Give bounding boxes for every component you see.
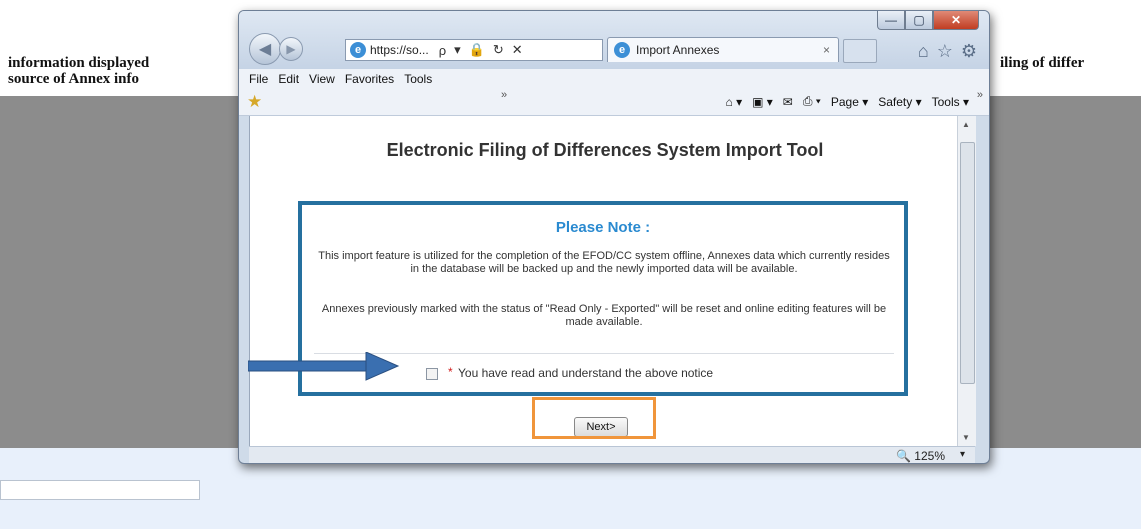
status-bar: 🔍 125% ▾ xyxy=(249,446,975,463)
arrow-head xyxy=(365,352,400,381)
background-text-line1: information displayed xyxy=(8,55,150,71)
mail-icon[interactable]: ✉ xyxy=(783,95,793,109)
menu-view[interactable]: View xyxy=(309,72,335,86)
ie-icon: e xyxy=(350,42,366,58)
tab-label: Import Annexes xyxy=(636,43,720,57)
home-cmd-icon[interactable]: ⌂ ▾ xyxy=(725,95,742,109)
print-icon[interactable]: ⎙ ▾ xyxy=(803,94,821,109)
add-favorites-icon[interactable]: ★ xyxy=(247,92,262,112)
background-text-line2: source of Annex info xyxy=(8,71,139,87)
acknowledge-label: You have read and understand the above n… xyxy=(458,366,714,380)
back-arrow-icon: ◀ xyxy=(258,41,272,58)
overflow-chevron-icon[interactable]: » xyxy=(501,89,507,101)
address-url: https://so... xyxy=(370,43,429,57)
overflow-chevron-right-icon[interactable]: » xyxy=(977,89,983,101)
page-title: Electronic Filing of Differences System … xyxy=(386,140,824,160)
browser-right-icons: ⌂ ☆ ⚙ xyxy=(918,41,977,62)
arrow-shaft xyxy=(248,360,369,372)
background-input[interactable] xyxy=(0,480,200,500)
scrollbar-thumb[interactable] xyxy=(960,142,975,384)
required-asterisk: * xyxy=(448,365,453,379)
tab-import-annexes[interactable]: e Import Annexes × xyxy=(607,37,839,62)
acknowledge-checkbox[interactable] xyxy=(426,368,438,380)
menu-edit[interactable]: Edit xyxy=(278,72,299,86)
forward-arrow-icon: ▶ xyxy=(286,42,296,56)
window-controls: — ▢ ✕ xyxy=(877,11,979,30)
tab-close-icon[interactable]: × xyxy=(823,43,830,57)
background-text-right: iling of differ xyxy=(1000,55,1085,71)
vertical-scrollbar[interactable]: ▲ ▼ xyxy=(957,116,976,446)
back-button[interactable]: ◀ xyxy=(249,33,281,65)
zoom-value: 125% xyxy=(914,449,945,463)
browser-window: — ▢ ✕ ◀ ▶ e https://so... ρ ▾ 🔒 ↻ ✕ e Im… xyxy=(238,10,990,464)
scroll-up-icon[interactable]: ▲ xyxy=(962,120,970,129)
annotation-arrow-icon xyxy=(248,352,400,381)
menu-file[interactable]: File xyxy=(249,72,268,86)
stop-icon[interactable]: ✕ xyxy=(512,42,523,58)
safety-menu[interactable]: Safety ▾ xyxy=(878,95,921,109)
maximize-button[interactable]: ▢ xyxy=(905,11,933,30)
notice-paragraph-1: This import feature is utilized for the … xyxy=(318,250,890,275)
command-bar: ★ » ⌂ ▾ ▣ ▾ ✉ ⎙ ▾ Page ▾ Safety ▾ Tools … xyxy=(239,89,989,116)
notice-paragraph-2: Annexes previously marked with the statu… xyxy=(321,303,887,328)
refresh-icon[interactable]: ↻ xyxy=(493,42,504,58)
ie-tab-icon: e xyxy=(614,42,630,58)
lock-icon[interactable]: 🔒 xyxy=(469,42,485,58)
scroll-down-icon[interactable]: ▼ xyxy=(962,433,970,442)
menu-tools[interactable]: Tools xyxy=(404,72,432,86)
annotation-highlight-box xyxy=(532,397,656,439)
address-bar[interactable]: e https://so... ρ ▾ 🔒 ↻ ✕ xyxy=(345,39,603,61)
zoom-dropdown-icon[interactable]: ▾ xyxy=(960,449,965,460)
forward-button[interactable]: ▶ xyxy=(279,37,303,61)
command-items: ⌂ ▾ ▣ ▾ ✉ ⎙ ▾ Page ▾ Safety ▾ Tools ▾ xyxy=(725,94,969,109)
gear-icon[interactable]: ⚙ xyxy=(961,41,977,62)
close-button[interactable]: ✕ xyxy=(933,11,979,30)
page-menu[interactable]: Page ▾ xyxy=(831,95,868,109)
home-icon[interactable]: ⌂ xyxy=(918,41,929,62)
menu-bar: File Edit View Favorites Tools xyxy=(239,69,989,89)
dropdown-icon[interactable]: ▾ xyxy=(454,42,461,58)
zoom-level[interactable]: 🔍 125% xyxy=(896,449,945,463)
tools-menu[interactable]: Tools ▾ xyxy=(932,95,969,109)
new-tab-button[interactable] xyxy=(843,39,877,63)
menu-favorites[interactable]: Favorites xyxy=(345,72,394,86)
feeds-icon[interactable]: ▣ ▾ xyxy=(752,95,773,109)
minimize-button[interactable]: — xyxy=(877,11,905,30)
notice-title: Please Note : xyxy=(555,219,651,236)
search-icon[interactable]: ρ xyxy=(439,43,446,58)
favorites-star-icon[interactable]: ☆ xyxy=(937,41,953,62)
